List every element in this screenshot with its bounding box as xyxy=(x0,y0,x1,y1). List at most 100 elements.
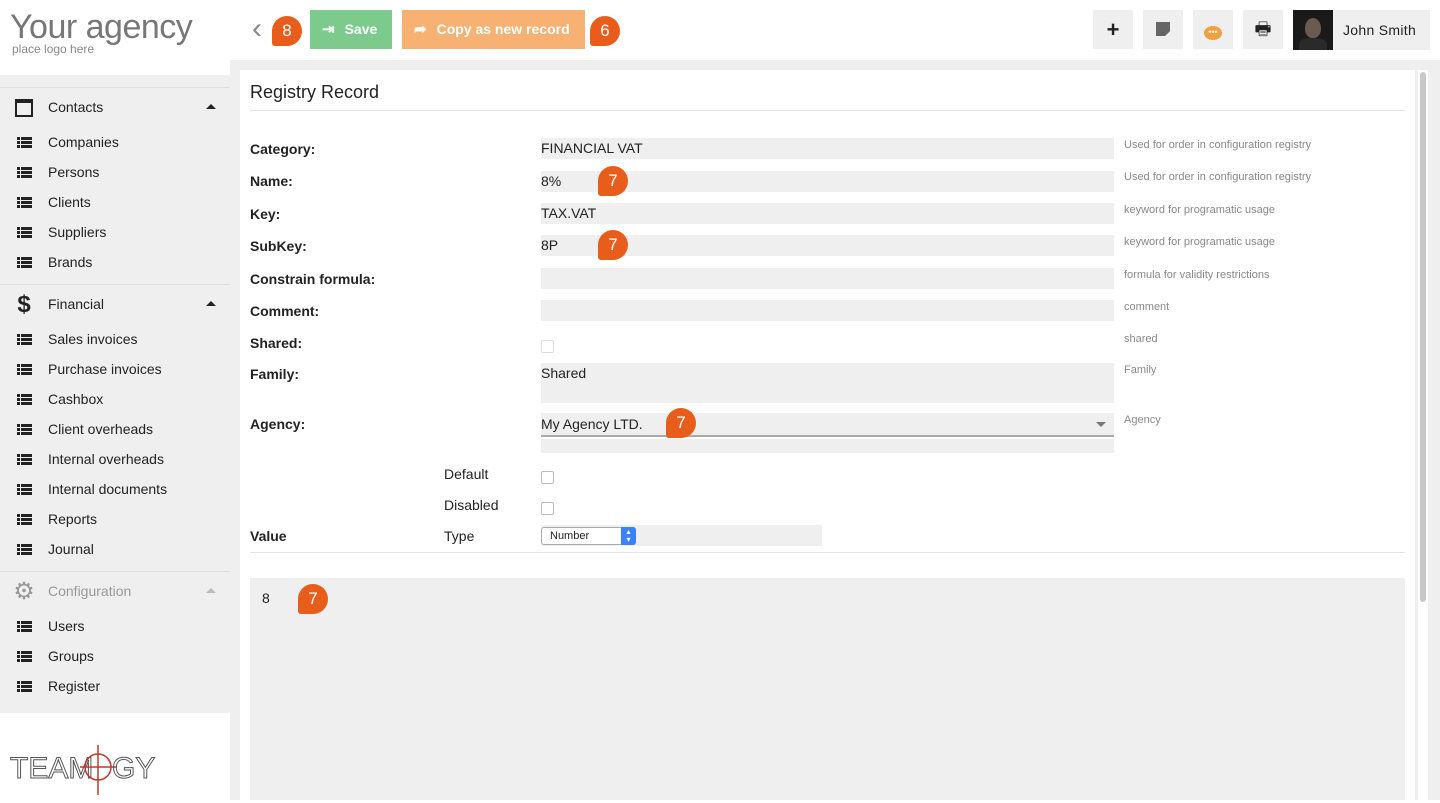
list-icon xyxy=(17,167,32,178)
sidebar-item-reports[interactable]: Reports xyxy=(0,504,230,534)
add-button[interactable]: + xyxy=(1093,10,1133,49)
sign-in-icon: ⇥ xyxy=(322,21,335,38)
caret-up-icon xyxy=(206,588,216,593)
sidebar-item-brands[interactable]: Brands xyxy=(0,247,230,277)
category-field[interactable]: FINANCIAL VAT xyxy=(541,138,1114,159)
svg-text:GY: GY xyxy=(112,752,155,785)
list-icon xyxy=(17,137,32,148)
sidebar-item-client-overheads[interactable]: Client overheads xyxy=(0,414,230,444)
value-editor[interactable]: 8 xyxy=(250,578,1405,800)
list-icon xyxy=(17,424,32,435)
key-hint: keyword for programatic usage xyxy=(1124,204,1276,216)
type-label: Type xyxy=(444,528,475,544)
sidebar: Contacts Companies Persons Clients Suppl… xyxy=(0,75,230,800)
sidebar-item-users[interactable]: Users xyxy=(0,611,230,641)
plus-icon: + xyxy=(1106,17,1120,42)
list-icon xyxy=(17,394,32,405)
family-hint: Family xyxy=(1124,364,1157,376)
sidebar-item-suppliers[interactable]: Suppliers xyxy=(0,217,230,247)
user-name: John Smith xyxy=(1343,22,1417,38)
print-button[interactable]: 🖶 xyxy=(1243,10,1283,49)
list-icon xyxy=(17,651,32,662)
user-menu[interactable]: John Smith xyxy=(1293,10,1430,50)
sidebar-item-internal-documents[interactable]: Internal documents xyxy=(0,474,230,504)
section-label: Configuration xyxy=(48,583,132,599)
list-icon xyxy=(17,257,32,268)
logo-title: Your agency xyxy=(10,8,193,46)
sidebar-item-journal[interactable]: Journal xyxy=(0,534,230,564)
list-icon xyxy=(17,197,32,208)
type-value: Number xyxy=(550,530,590,542)
value-content: 8 xyxy=(262,590,270,606)
list-icon xyxy=(17,514,32,525)
list-icon xyxy=(17,227,32,238)
section-configuration[interactable]: ⚙ Configuration xyxy=(0,571,230,611)
top-bar: Your agency place logo here ‹ 8 ⇥ Save ➦ C… xyxy=(0,0,1440,60)
section-financial[interactable]: $ Financial xyxy=(0,284,230,324)
badge-agency: 7 xyxy=(666,408,696,438)
configuration-items: Users Groups Register xyxy=(0,611,230,701)
type-select[interactable]: Number ▴ ▾ xyxy=(541,527,636,545)
sidebar-item-cashbox[interactable]: Cashbox xyxy=(0,384,230,414)
sidebar-item-groups[interactable]: Groups xyxy=(0,641,230,671)
value-label: Value xyxy=(250,528,287,544)
dollar-icon: $ xyxy=(17,291,31,318)
printer-icon: 🖶 xyxy=(1254,19,1272,39)
save-label: Save xyxy=(344,21,378,37)
key-field[interactable]: TAX.VAT xyxy=(541,203,1114,224)
caret-up-icon xyxy=(206,104,216,109)
agency-label: Agency: xyxy=(250,416,306,432)
name-label: Name: xyxy=(250,173,293,189)
constrain-label: Constrain formula: xyxy=(250,271,376,287)
key-label: Key: xyxy=(250,206,281,222)
section-label: Contacts xyxy=(48,99,104,115)
category-label: Category: xyxy=(250,141,316,157)
calendar-icon xyxy=(13,96,35,120)
section-contacts[interactable]: Contacts xyxy=(0,87,230,127)
comment-field[interactable] xyxy=(541,300,1114,321)
contacts-items: Companies Persons Clients Suppliers Bran… xyxy=(0,127,230,277)
list-icon xyxy=(17,621,32,632)
save-button[interactable]: ⇥ Save xyxy=(310,10,392,49)
note-button[interactable] xyxy=(1143,10,1183,49)
sidebar-item-purchase-invoices[interactable]: Purchase invoices xyxy=(0,354,230,384)
scrollbar[interactable] xyxy=(1418,70,1428,800)
svg-text:TEAM: TEAM xyxy=(10,752,93,785)
list-icon xyxy=(17,334,32,345)
comments-button[interactable]: ••• xyxy=(1193,10,1233,49)
constrain-formula-field[interactable] xyxy=(541,268,1114,289)
back-button[interactable]: ‹ xyxy=(252,14,272,44)
chevron-down-icon xyxy=(1096,422,1106,427)
sidebar-item-companies[interactable]: Companies xyxy=(0,127,230,157)
sidebar-item-persons[interactable]: Persons xyxy=(0,157,230,187)
agency-select[interactable]: My Agency LTD. xyxy=(541,413,1114,437)
sidebar-item-internal-overheads[interactable]: Internal overheads xyxy=(0,444,230,474)
default-label: Default xyxy=(444,466,489,482)
sidebar-nav: Contacts Companies Persons Clients Suppl… xyxy=(0,87,230,701)
name-hint: Used for order in configuration registry xyxy=(1124,171,1312,183)
subkey-label: SubKey: xyxy=(250,238,307,254)
agency-select-extra xyxy=(541,439,1114,453)
share-arrow-icon: ➦ xyxy=(414,21,427,38)
family-label: Family: xyxy=(250,366,300,382)
comment-label: Comment: xyxy=(250,303,320,319)
comment-hint: comment xyxy=(1124,301,1170,313)
disabled-checkbox[interactable] xyxy=(541,502,554,515)
constrain-hint: formula for validity restrictions xyxy=(1124,269,1270,281)
agency-hint: Agency xyxy=(1124,414,1161,426)
sidebar-item-sales-invoices[interactable]: Sales invoices xyxy=(0,324,230,354)
shared-checkbox[interactable] xyxy=(541,340,554,353)
badge-value: 7 xyxy=(298,584,328,614)
category-hint: Used for order in configuration registry xyxy=(1124,139,1312,151)
divider xyxy=(250,110,1405,111)
sidebar-item-clients[interactable]: Clients xyxy=(0,187,230,217)
copy-as-new-record-button[interactable]: ➦ Copy as new record xyxy=(402,10,585,49)
avatar xyxy=(1293,10,1333,50)
sidebar-item-register[interactable]: Register xyxy=(0,671,230,701)
default-checkbox[interactable] xyxy=(541,471,554,484)
agency-logo: Your agency place logo here xyxy=(10,10,230,60)
scroll-thumb[interactable] xyxy=(1420,72,1426,602)
list-icon xyxy=(17,484,32,495)
page-title: Registry Record xyxy=(250,82,380,102)
family-field[interactable]: Shared xyxy=(541,363,1114,403)
